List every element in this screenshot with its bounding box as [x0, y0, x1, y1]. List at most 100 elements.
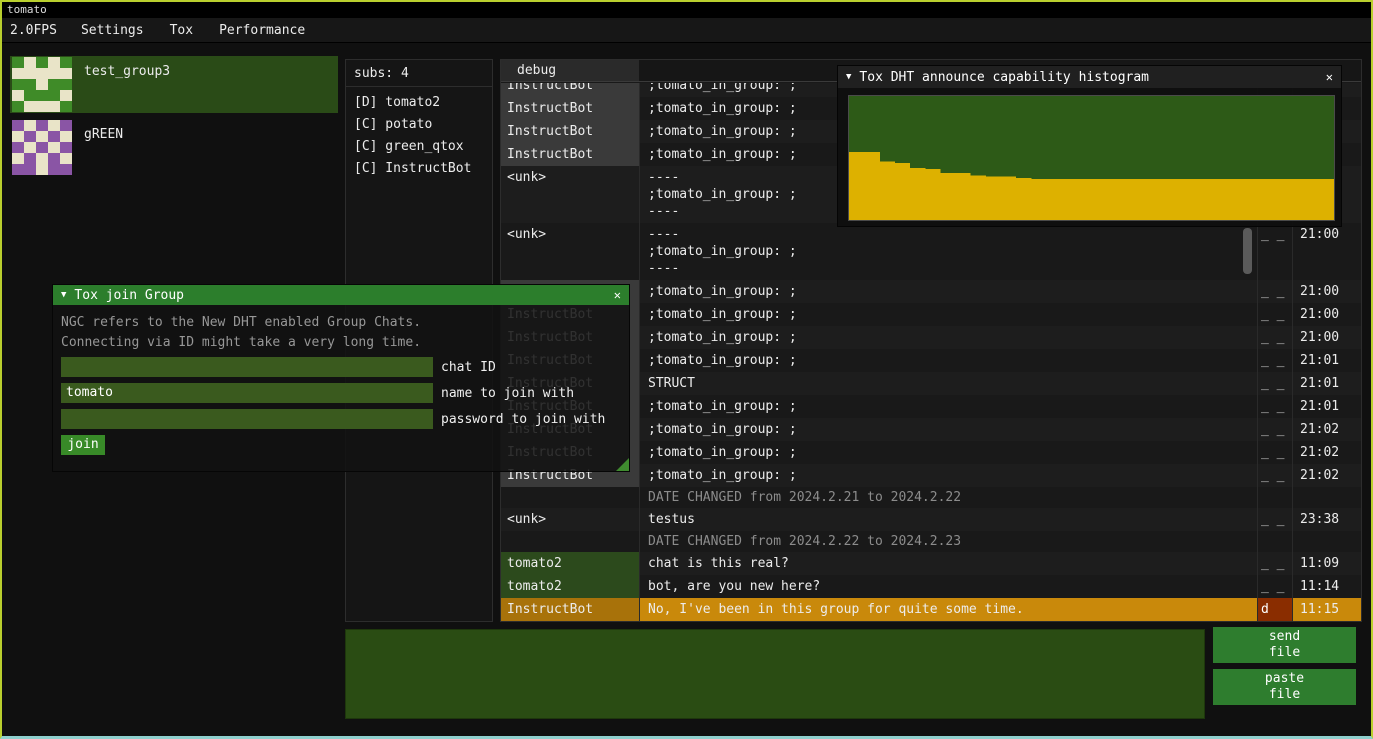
join-group-titlebar[interactable]: ▼ Tox join Group ✕ — [53, 285, 629, 305]
contact-name: test_group3 — [84, 64, 170, 113]
message-status: _ _ — [1257, 349, 1292, 372]
chat-message-row[interactable]: InstructBot;tomato_in_group: ;_ _21:02 — [501, 441, 1361, 464]
resize-grip[interactable] — [616, 458, 629, 471]
close-icon[interactable]: ✕ — [614, 288, 621, 302]
contact-avatar-icon — [12, 120, 72, 175]
menu-item-tox[interactable]: Tox — [157, 18, 206, 43]
contacts-sidebar: test_group3 gREEN — [10, 49, 338, 182]
message-sender: tomato2 — [501, 552, 640, 575]
message-status — [1257, 531, 1292, 552]
message-text: ;tomato_in_group: ; — [640, 303, 1257, 326]
chat-message-row[interactable]: <unk>---- ;tomato_in_group: ; ----_ _21:… — [501, 223, 1361, 280]
message-text: ;tomato_in_group: ; — [640, 464, 1257, 487]
date-separator-row[interactable]: DATE CHANGED from 2024.2.22 to 2024.2.23 — [501, 531, 1361, 552]
tab-debug[interactable]: debug — [501, 60, 639, 81]
histogram-window: ▼ Tox DHT announce capability histogram … — [837, 65, 1342, 227]
chat-message-row[interactable]: InstructBot;tomato_in_group: ;_ _21:00 — [501, 280, 1361, 303]
join-password-label: password to join with — [441, 412, 605, 427]
message-time: 11:09 — [1292, 552, 1361, 575]
window-title: tomato — [7, 3, 47, 16]
menu-item-2-0fps[interactable]: 2.0FPS — [2, 18, 68, 43]
message-text: bot, are you new here? — [640, 575, 1257, 598]
join-group-body: NGC refers to the New DHT enabled Group … — [53, 305, 629, 471]
contact-name: gREEN — [84, 127, 123, 176]
chat-message-row[interactable]: InstructBot;tomato_in_group: ;_ _21:00 — [501, 326, 1361, 349]
chat-message-row[interactable]: InstructBot;tomato_in_group: ;_ _21:00 — [501, 303, 1361, 326]
chat-message-row[interactable]: tomato2bot, are you new here?_ _11:14 — [501, 575, 1361, 598]
menu-item-settings[interactable]: Settings — [68, 18, 157, 43]
message-time: 23:38 — [1292, 508, 1361, 531]
message-time: 21:00 — [1292, 303, 1361, 326]
join-group-window-title: Tox join Group — [74, 288, 605, 303]
message-status: _ _ — [1257, 441, 1292, 464]
message-time: 21:02 — [1292, 441, 1361, 464]
message-time: 11:15 — [1292, 598, 1361, 621]
contact-item-test-group3[interactable]: test_group3 — [10, 56, 338, 113]
message-status: _ _ — [1257, 418, 1292, 441]
date-separator-text: DATE CHANGED from 2024.2.21 to 2024.2.22 — [640, 487, 1257, 508]
chat-message-row[interactable]: InstructBotSTRUCT_ _21:01 — [501, 372, 1361, 395]
message-sender: <unk> — [501, 166, 640, 223]
message-text: ;tomato_in_group: ; — [640, 349, 1257, 372]
message-status: _ _ — [1257, 464, 1292, 487]
message-sender — [501, 487, 640, 508]
chat-message-row[interactable]: InstructBotNo, I've been in this group f… — [501, 598, 1361, 621]
message-sender: InstructBot — [501, 598, 640, 621]
message-status: _ _ — [1257, 508, 1292, 531]
message-text: ;tomato_in_group: ; — [640, 418, 1257, 441]
histogram-chart — [849, 96, 1334, 220]
chat-message-row[interactable]: <unk>testus_ _23:38 — [501, 508, 1361, 531]
join-info-line: NGC refers to the New DHT enabled Group … — [61, 313, 621, 333]
message-text: ;tomato_in_group: ; — [640, 280, 1257, 303]
date-separator-text: DATE CHANGED from 2024.2.22 to 2024.2.23 — [640, 531, 1257, 552]
message-time: 21:01 — [1292, 372, 1361, 395]
message-time — [1292, 531, 1361, 552]
message-text: ;tomato_in_group: ; — [640, 326, 1257, 349]
chat-message-row[interactable]: InstructBot;tomato_in_group: ;_ _21:02 — [501, 418, 1361, 441]
message-status: _ _ — [1257, 395, 1292, 418]
message-time: 21:01 — [1292, 395, 1361, 418]
histogram-titlebar[interactable]: ▼ Tox DHT announce capability histogram … — [838, 66, 1341, 88]
histogram-window-title: Tox DHT announce capability histogram — [859, 70, 1317, 85]
members-header: subs: 4 — [346, 60, 492, 87]
chat-message-row[interactable]: InstructBot;tomato_in_group: ;_ _21:01 — [501, 395, 1361, 418]
join-button[interactable]: join — [61, 435, 105, 455]
message-input[interactable] — [345, 629, 1205, 719]
message-time: 21:02 — [1292, 418, 1361, 441]
contact-item-green[interactable]: gREEN — [10, 119, 338, 176]
close-icon[interactable]: ✕ — [1326, 70, 1333, 84]
member-item-instructbot[interactable]: [C] InstructBot — [346, 158, 492, 180]
message-text: No, I've been in this group for quite so… — [640, 598, 1257, 621]
message-sender: <unk> — [501, 223, 640, 280]
chat-message-row[interactable]: tomato2chat is this real?_ _11:09 — [501, 552, 1361, 575]
member-item-potato[interactable]: [C] potato — [346, 114, 492, 136]
chat-scrollbar[interactable] — [1243, 228, 1252, 274]
message-status — [1257, 487, 1292, 508]
collapse-arrow-icon[interactable]: ▼ — [61, 290, 66, 300]
message-sender: InstructBot — [501, 83, 640, 97]
histogram-body — [838, 88, 1341, 226]
message-time: 11:14 — [1292, 575, 1361, 598]
contact-avatar-icon — [12, 57, 72, 112]
message-sender — [501, 531, 640, 552]
join-group-window: ▼ Tox join Group ✕ NGC refers to the New… — [52, 284, 630, 472]
message-text: ;tomato_in_group: ; — [640, 395, 1257, 418]
join-password-input[interactable] — [61, 409, 433, 429]
message-time: 21:00 — [1292, 223, 1361, 280]
join-name-input[interactable]: tomato — [61, 383, 433, 403]
menu-item-performance[interactable]: Performance — [206, 18, 318, 43]
message-time: 21:02 — [1292, 464, 1361, 487]
date-separator-row[interactable]: DATE CHANGED from 2024.2.21 to 2024.2.22 — [501, 487, 1361, 508]
chat-message-row[interactable]: InstructBot;tomato_in_group: ;_ _21:01 — [501, 349, 1361, 372]
message-time — [1292, 487, 1361, 508]
join-name-label: name to join with — [441, 386, 574, 401]
chat-id-input[interactable] — [61, 357, 433, 377]
member-item-tomato2[interactable]: [D] tomato2 — [346, 92, 492, 114]
chat-message-row[interactable]: InstructBot;tomato_in_group: ;_ _21:02 — [501, 464, 1361, 487]
send-file-button[interactable]: send file — [1213, 627, 1356, 663]
paste-file-button[interactable]: paste file — [1213, 669, 1356, 705]
message-status: _ _ — [1257, 223, 1292, 280]
collapse-arrow-icon[interactable]: ▼ — [846, 72, 851, 82]
chat-id-label: chat ID — [441, 360, 496, 375]
member-item-green-qtox[interactable]: [C] green_qtox — [346, 136, 492, 158]
